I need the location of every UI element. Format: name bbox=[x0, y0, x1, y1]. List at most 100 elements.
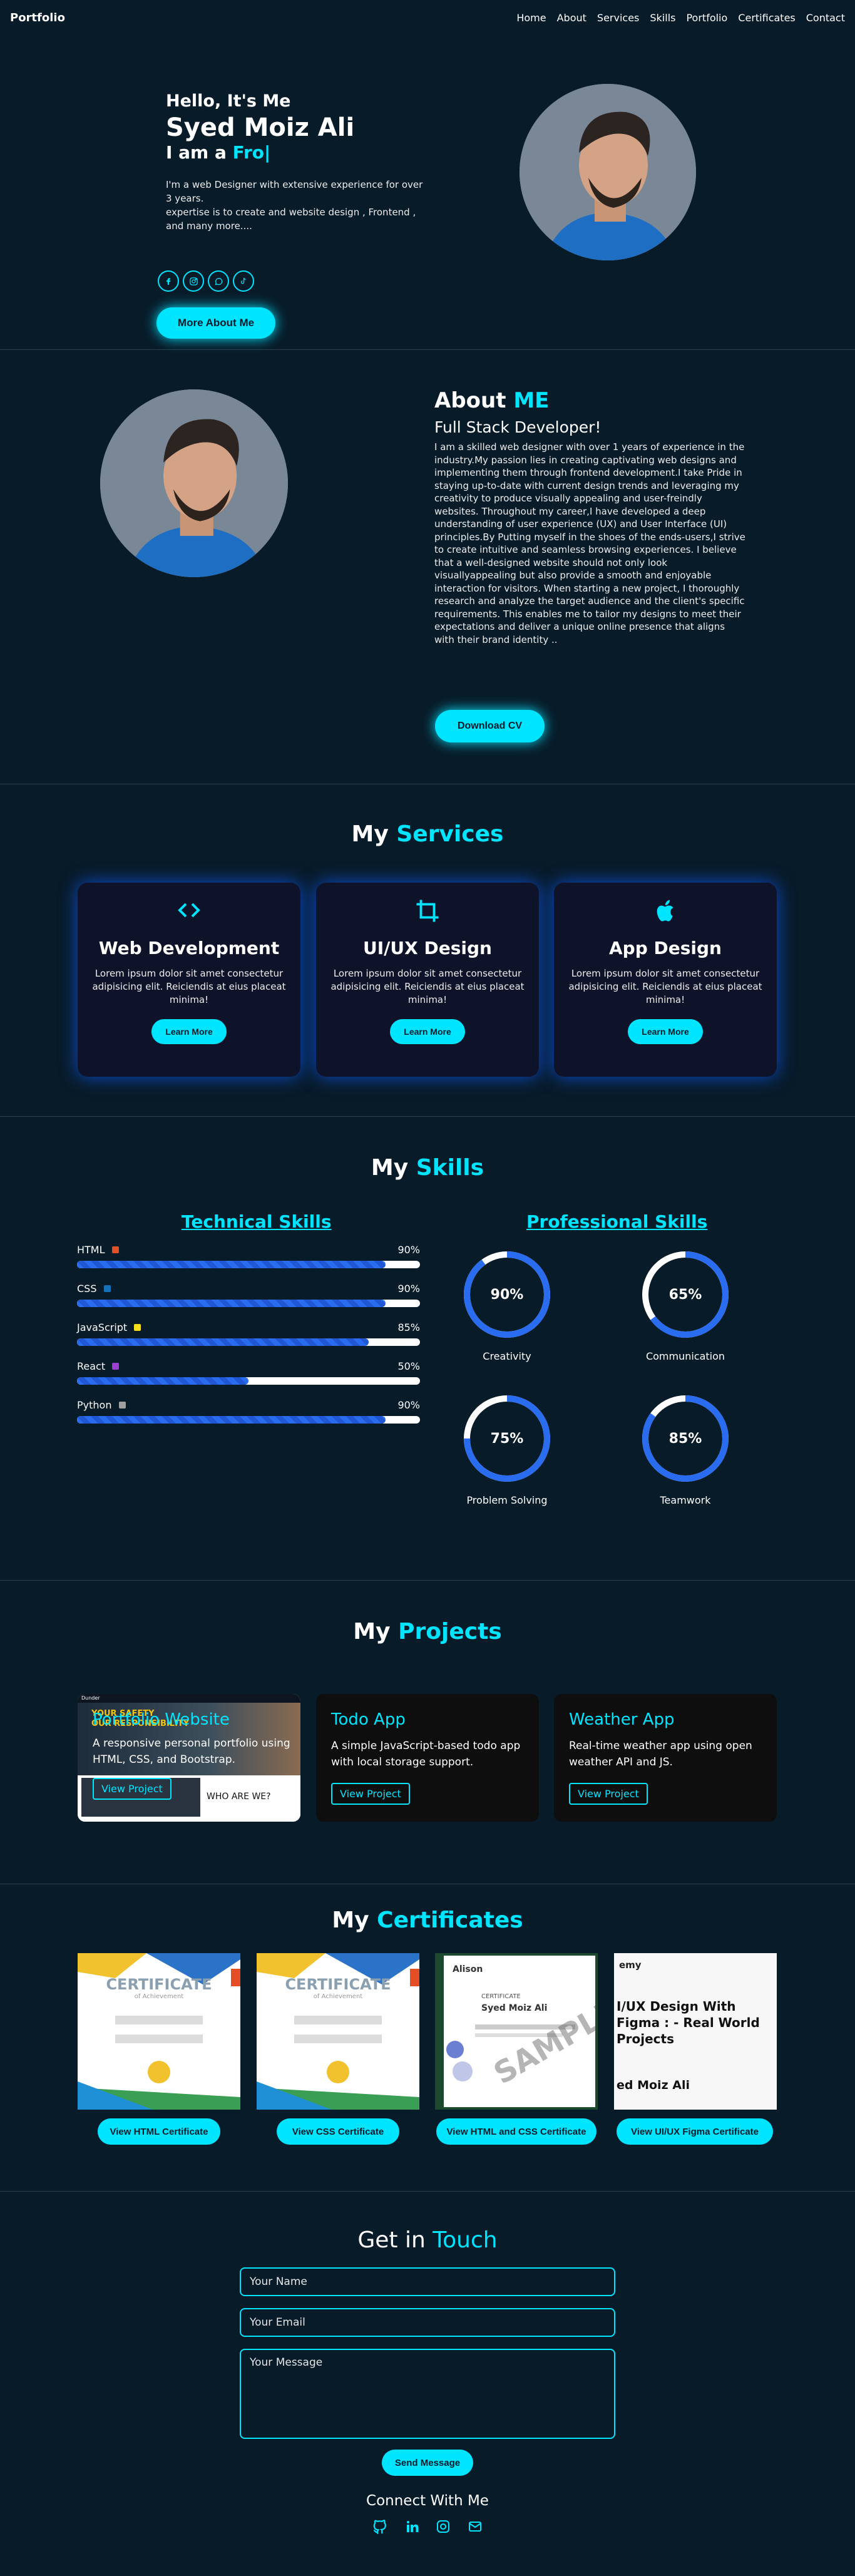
skill-percent: 65% bbox=[669, 1287, 702, 1303]
service-title: UI/UX Design bbox=[363, 938, 492, 958]
project-screenshot-brand: Dunder bbox=[78, 1694, 300, 1703]
certificate-label: CERTIFICATE bbox=[481, 1993, 521, 2000]
certificate-heading: CERTIFICATE bbox=[106, 1976, 212, 1993]
learn-more-button[interactable]: Learn More bbox=[628, 1019, 703, 1044]
tiktok-icon[interactable] bbox=[233, 270, 254, 292]
skill-name: JavaScript bbox=[77, 1321, 128, 1333]
facebook-icon[interactable] bbox=[158, 270, 179, 292]
hero-desc-line: I'm a web Designer with extensive experi… bbox=[166, 179, 423, 204]
nav-link-services[interactable]: Services bbox=[597, 12, 639, 24]
skill-name: Communication bbox=[645, 1350, 725, 1362]
skill-percent: 85% bbox=[397, 1321, 420, 1333]
message-textarea[interactable] bbox=[240, 2349, 615, 2439]
skills-title-plain: My bbox=[371, 1155, 409, 1181]
nav-link-about[interactable]: About bbox=[557, 12, 586, 24]
project-title: Portfolio Website bbox=[93, 1710, 230, 1729]
certificate-image-css[interactable]: CERTIFICATE of Achievement bbox=[257, 1953, 419, 2110]
service-title: App Design bbox=[609, 938, 722, 958]
skill-name: Creativity bbox=[483, 1350, 531, 1362]
certificates-title: My Certificates bbox=[0, 1907, 855, 1933]
skill-circle-teamwork: 85% Teamwork bbox=[617, 1392, 754, 1506]
skill-bar-fill bbox=[77, 1338, 369, 1346]
skill-bar-react: React 50% bbox=[77, 1360, 420, 1385]
contact-title-plain: Get in bbox=[357, 2227, 426, 2253]
linkedin-icon[interactable] bbox=[404, 2519, 419, 2538]
about-title-plain: About bbox=[434, 388, 506, 413]
certificate-brand: Alison bbox=[453, 1964, 483, 1974]
service-desc: Lorem ipsum dolor sit amet consectetur a… bbox=[92, 968, 286, 1005]
skill-name: Problem Solving bbox=[466, 1494, 548, 1506]
instagram-icon[interactable] bbox=[436, 2519, 451, 2538]
skill-circle-communication: 65% Communication bbox=[617, 1248, 754, 1362]
certificate-image-html[interactable]: CERTIFICATE of Achievement bbox=[78, 1953, 240, 2110]
certificates-title-plain: My bbox=[332, 1907, 369, 1933]
skill-bar-html: HTML 90% bbox=[77, 1244, 420, 1268]
logo[interactable]: Portfolio bbox=[10, 11, 65, 24]
skill-ring: 75% bbox=[464, 1395, 550, 1482]
about-title: About ME bbox=[434, 388, 549, 413]
skill-bar-fill bbox=[77, 1416, 386, 1424]
skills-title-accent: Skills bbox=[416, 1155, 484, 1181]
js-icon bbox=[134, 1324, 141, 1331]
view-html-css-certificate-button[interactable]: View HTML and CSS Certificate bbox=[436, 2118, 596, 2145]
hero-role: I am a Fro| bbox=[166, 142, 429, 163]
nav-link-certificates[interactable]: Certificates bbox=[738, 12, 795, 24]
service-card-app-design: App Design Lorem ipsum dolor sit amet co… bbox=[554, 883, 777, 1077]
skill-ring: 65% bbox=[642, 1251, 729, 1338]
connect-heading: Connect With Me bbox=[366, 2493, 489, 2509]
certificate-subheading: of Achievement bbox=[313, 1993, 363, 2000]
service-desc: Lorem ipsum dolor sit amet consectetur a… bbox=[330, 968, 525, 1005]
instagram-icon[interactable] bbox=[183, 270, 204, 292]
skill-name: Python bbox=[77, 1399, 112, 1411]
hero-avatar bbox=[520, 84, 696, 260]
view-figma-certificate-button[interactable]: View UI/UX Figma Certificate bbox=[617, 2118, 773, 2145]
learn-more-button[interactable]: Learn More bbox=[151, 1019, 227, 1044]
more-about-me-button[interactable]: More About Me bbox=[156, 307, 275, 339]
github-icon[interactable] bbox=[372, 2519, 388, 2538]
email-input[interactable] bbox=[240, 2308, 615, 2337]
hero-text: Hello, It's Me Syed Moiz Ali I am a Fro|… bbox=[158, 91, 429, 292]
about-paragraph: I am a skilled web designer with over 1 … bbox=[434, 441, 745, 645]
mail-icon[interactable] bbox=[467, 2519, 483, 2538]
hero-role-prefix: I am a bbox=[166, 142, 227, 163]
skill-bar-fill bbox=[77, 1261, 386, 1268]
crop-icon bbox=[329, 898, 526, 929]
hero-greeting: Hello, It's Me bbox=[166, 91, 291, 111]
view-project-button[interactable]: View Project bbox=[569, 1783, 648, 1805]
download-cv-button[interactable]: Download CV bbox=[435, 710, 545, 742]
certificate-image-figma[interactable]: emy I/UX Design With Figma : - Real Worl… bbox=[614, 1953, 777, 2110]
services-section: My Services Web Development Lorem ipsum … bbox=[0, 785, 855, 1117]
nav-link-skills[interactable]: Skills bbox=[650, 12, 675, 24]
whatsapp-icon[interactable] bbox=[208, 270, 229, 292]
certificate-image-html-css[interactable]: Alison CERTIFICATE Syed Moiz Ali SAMPLE bbox=[435, 1953, 598, 2110]
nav-link-contact[interactable]: Contact bbox=[806, 12, 845, 24]
professional-skills-heading: Professional Skills bbox=[526, 1211, 708, 1232]
certificate-heading: CERTIFICATE bbox=[285, 1976, 391, 1993]
view-project-button[interactable]: View Project bbox=[93, 1778, 172, 1800]
apple-icon bbox=[566, 898, 764, 929]
name-input[interactable] bbox=[240, 2267, 615, 2296]
navbar: Portfolio Home About Services Skills Por… bbox=[0, 0, 855, 35]
view-project-button[interactable]: View Project bbox=[331, 1783, 410, 1805]
code-icon bbox=[90, 898, 288, 929]
send-message-button[interactable]: Send Message bbox=[382, 2450, 473, 2476]
contact-title: Get in Touch bbox=[0, 2227, 855, 2253]
hero-section: Hello, It's Me Syed Moiz Ali I am a Fro|… bbox=[0, 35, 855, 350]
about-subtitle: Full Stack Developer! bbox=[434, 418, 602, 436]
nav-link-portfolio[interactable]: Portfolio bbox=[686, 12, 727, 24]
nav-link-home[interactable]: Home bbox=[516, 12, 546, 24]
skill-bar-track bbox=[77, 1416, 420, 1424]
skill-bar-fill bbox=[77, 1300, 386, 1307]
skill-bar-track bbox=[77, 1261, 420, 1268]
python-icon bbox=[118, 1402, 126, 1409]
view-html-certificate-button[interactable]: View HTML Certificate bbox=[98, 2118, 220, 2145]
skill-ring: 85% bbox=[642, 1395, 729, 1482]
view-css-certificate-button[interactable]: View CSS Certificate bbox=[277, 2118, 399, 2145]
html5-icon bbox=[111, 1246, 119, 1253]
hero-description: I'm a web Designer with extensive experi… bbox=[166, 178, 429, 233]
learn-more-button[interactable]: Learn More bbox=[390, 1019, 465, 1044]
about-avatar bbox=[100, 389, 288, 577]
services-title-plain: My bbox=[351, 821, 389, 847]
projects-title-accent: Projects bbox=[398, 1619, 502, 1645]
connect-icons bbox=[0, 2519, 855, 2538]
